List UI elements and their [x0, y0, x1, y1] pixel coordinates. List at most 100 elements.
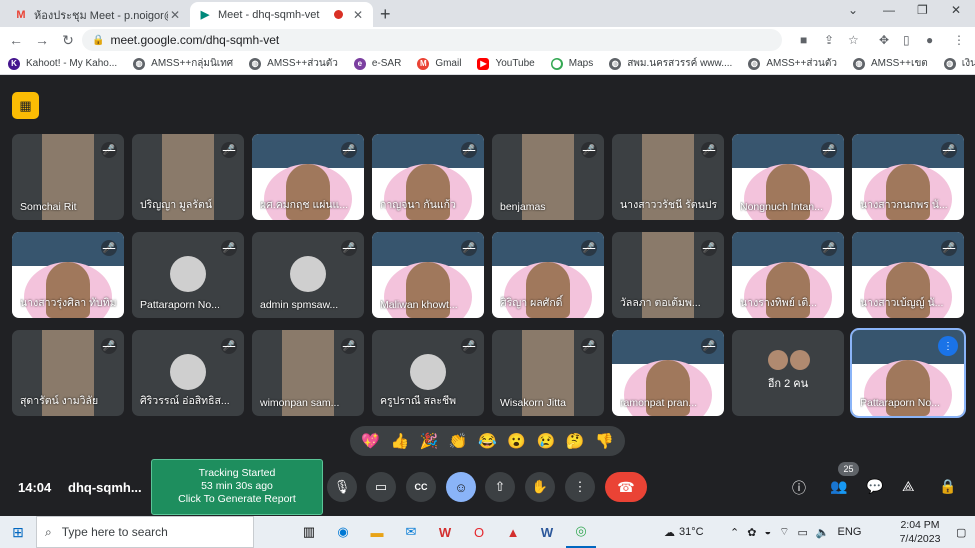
participant-tile[interactable]: นางสาวกนกพร นั... 🎤	[852, 134, 964, 220]
reactions-button[interactable]: ☺	[446, 472, 476, 502]
participant-tile[interactable]: benjamas 🎤	[492, 134, 604, 220]
bookmark-item[interactable]: ▶ YouTube	[477, 57, 535, 70]
reaction-thumbs-down[interactable]: 👎	[595, 432, 614, 450]
reaction-surprised[interactable]: 😮	[507, 432, 526, 450]
windows-start-button[interactable]: ⊞	[0, 516, 36, 548]
bookmark-star-icon[interactable]: ☆	[848, 33, 859, 47]
taskbar-clock[interactable]: 2:04 PM 7/4/2023	[885, 518, 955, 546]
participant-tile[interactable]: Pattaraporn No... ⋮	[850, 328, 966, 418]
participant-tile[interactable]: อีก 2 คน	[732, 330, 844, 416]
close-icon[interactable]: ✕	[351, 8, 365, 22]
host-lock-icon[interactable]: 🔒	[939, 478, 956, 495]
new-tab-button[interactable]: +	[380, 4, 391, 25]
battery-icon[interactable]: ▭	[797, 526, 807, 539]
participant-tile[interactable]: ศิริวรรณ์ อ่อสิทธิส... 🎤	[132, 330, 244, 416]
bookmark-item[interactable]: M Gmail	[417, 57, 461, 70]
tray-app-icon[interactable]: ✿	[747, 526, 756, 539]
wps-office-icon[interactable]: W	[430, 516, 460, 548]
participant-tile[interactable]: ผศ.คมกฤช แผ่นแ... 🎤	[252, 134, 364, 220]
host-controls-icon[interactable]: ▦	[12, 92, 39, 119]
participant-tile[interactable]: นางสาวรุ่งศิลา ทับทิม 🎤	[12, 232, 124, 318]
participant-tile[interactable]: Pattaraporn No... 🎤	[132, 232, 244, 318]
more-options-button[interactable]: ⋮	[565, 472, 595, 502]
bookmark-item[interactable]: ◍ AMSS++ส่วนตัว	[748, 56, 837, 71]
bookmark-item[interactable]: ◍ สพม.นครสวรรค์ www....	[609, 56, 732, 71]
tray-app-icon[interactable]: ◒	[764, 526, 771, 538]
task-view-button[interactable]: ▥	[294, 516, 324, 548]
file-explorer-icon[interactable]: ▬	[362, 516, 392, 548]
window-close-button[interactable]: ✕	[951, 3, 961, 17]
participant-tile[interactable]: Wisakorn Jitta 🎤	[492, 330, 604, 416]
taskbar-search-input[interactable]: ⌕ Type here to search	[36, 516, 254, 548]
microphone-button[interactable]: 🎙	[327, 472, 357, 502]
participant-tile[interactable]: ramonpat pran... 🎤	[612, 330, 724, 416]
raise-hand-button[interactable]: ✋	[525, 472, 555, 502]
participant-tile[interactable]: นางสาวเบ้ญญ์ นั... 🎤	[852, 232, 964, 318]
edge-icon[interactable]: ◉	[328, 516, 358, 548]
bookmark-item[interactable]: ◍ AMSS++กลุ่มนิเทศ	[133, 56, 233, 71]
participant-tile[interactable]: Somchai Rit 🎤	[12, 134, 124, 220]
back-button[interactable]: ←	[3, 32, 29, 48]
reaction-clap[interactable]: 👏	[449, 432, 468, 450]
camera-permission-icon[interactable]: ■	[800, 33, 807, 47]
meeting-code[interactable]: dhq-sqmh...	[68, 480, 142, 495]
opera-icon[interactable]: O	[464, 516, 494, 548]
reaction-thinking[interactable]: 🤔	[566, 432, 585, 450]
language-indicator[interactable]: ENG	[838, 526, 862, 538]
side-panel-icon[interactable]: ▯	[903, 33, 910, 47]
reload-button[interactable]: ↻	[55, 32, 81, 49]
camera-button[interactable]: ▭	[366, 472, 396, 502]
reaction-sad[interactable]: 😢	[537, 432, 556, 450]
reaction-heart[interactable]: 💖	[361, 432, 380, 450]
reaction-laugh[interactable]: 😂	[478, 432, 497, 450]
tab-gmail-meet-room[interactable]: M ห้องประชุม Meet - p.noigor@gmail ✕	[6, 2, 190, 27]
word-icon[interactable]: W	[532, 516, 562, 548]
profile-avatar[interactable]: ●	[926, 33, 933, 47]
present-screen-button[interactable]: ⇧	[485, 472, 515, 502]
mail-icon[interactable]: ✉	[396, 516, 426, 548]
bookmark-item[interactable]: ◍เงินเดือน	[943, 56, 975, 71]
tab-search-icon[interactable]: ⌄	[848, 3, 858, 17]
participant-tile[interactable]: นางสาววรัชนี รัตนปร... 🎤	[612, 134, 724, 220]
restore-button[interactable]: ❐	[917, 3, 928, 17]
participant-tile[interactable]: Nongnuch Intan... 🎤	[732, 134, 844, 220]
bookmark-item[interactable]: e e-SAR	[353, 57, 401, 70]
attendance-tracker-button[interactable]: Tracking Started 53 min 30s ago Click To…	[151, 459, 323, 515]
forward-button[interactable]: →	[29, 32, 55, 48]
participant-tile[interactable]: กาญจนา กันแก้ว 🎤	[372, 134, 484, 220]
weather-widget[interactable]: ☁ 31°C	[664, 516, 704, 548]
chevron-up-icon[interactable]: ⌃	[730, 526, 739, 539]
captions-button[interactable]: CC	[406, 472, 436, 502]
activities-icon[interactable]: ⟁	[902, 478, 915, 495]
participant-tile[interactable]: admin spmsaw... 🎤	[252, 232, 364, 318]
bookmark-item[interactable]: ◍ AMSS++เขต	[853, 56, 928, 71]
address-bar[interactable]: 🔒 meet.google.com/dhq-sqmh-vet	[82, 29, 782, 51]
participant-tile[interactable]: สุดารัตน์ งามวิลัย 🎤	[12, 330, 124, 416]
people-icon[interactable]: 👥	[830, 478, 847, 495]
participant-tile[interactable]: wimonpan sam... 🎤	[252, 330, 364, 416]
notification-icon[interactable]: ▢	[956, 516, 966, 548]
close-icon[interactable]: ✕	[168, 8, 182, 22]
acrobat-icon[interactable]: ▲	[498, 516, 528, 548]
bookmark-item[interactable]: K Kahoot! - My Kaho...	[8, 57, 117, 70]
bookmark-item[interactable]: ◍ AMSS++ส่วนตัว	[249, 56, 338, 71]
meeting-info-icon[interactable]: ⓘ	[792, 478, 806, 498]
reaction-party[interactable]: 🎉	[420, 432, 439, 450]
reaction-thumbs-up[interactable]: 👍	[390, 432, 409, 450]
participant-tile[interactable]: ครูปราณี สละชีพ 🎤	[372, 330, 484, 416]
tab-meet-active[interactable]: ▶ Meet - dhq-sqmh-vet ✕	[190, 2, 373, 27]
extensions-icon[interactable]: ✥	[879, 33, 889, 47]
chrome-icon[interactable]: ◎	[566, 516, 596, 548]
browser-menu-icon[interactable]: ⋮	[953, 33, 965, 47]
share-icon[interactable]: ⇪	[824, 33, 834, 47]
participant-tile[interactable]: ศิริญา ผลศักดิ์ 🎤	[492, 232, 604, 318]
chat-icon[interactable]: 💬	[866, 478, 883, 495]
volume-icon[interactable]: 🔈	[816, 526, 830, 539]
participant-tile[interactable]: ปริญญา มูลรัตน์ 🎤	[132, 134, 244, 220]
participant-tile[interactable]: Maliwan khowt... 🎤	[372, 232, 484, 318]
minimize-button[interactable]: —	[883, 3, 895, 17]
participant-tile[interactable]: วัลลภา ตอเต้มพ... 🎤	[612, 232, 724, 318]
network-icon[interactable]: ⌔	[779, 525, 789, 539]
leave-call-button[interactable]: ☎	[605, 472, 647, 502]
participant-tile[interactable]: นางรางทิพย์ เติ... 🎤	[732, 232, 844, 318]
